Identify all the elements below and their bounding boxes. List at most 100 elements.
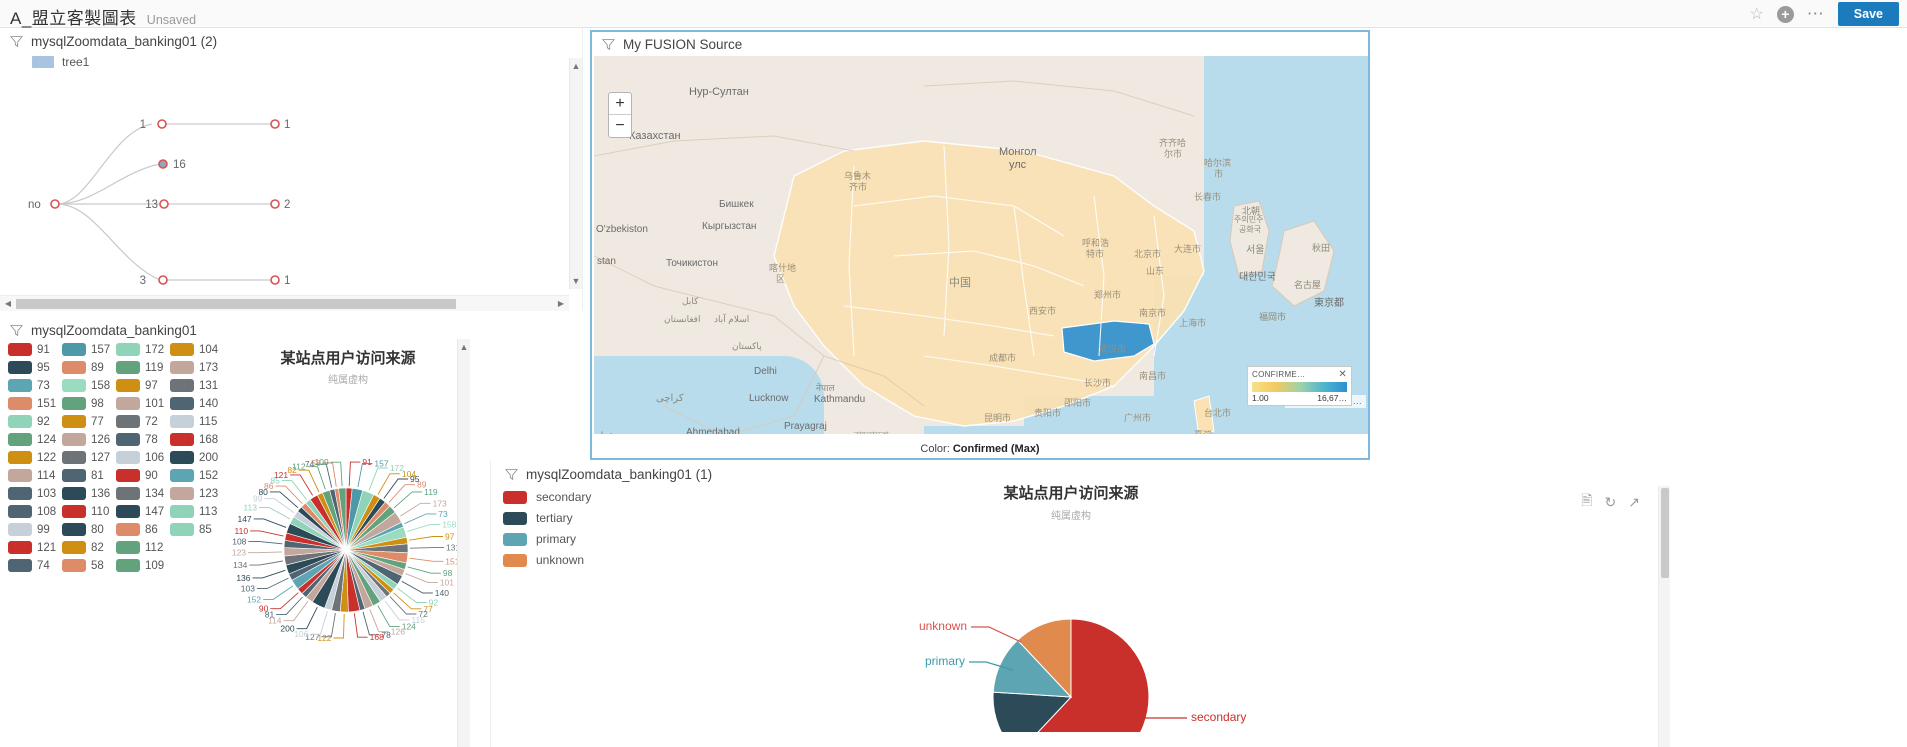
- legend-item[interactable]: tertiary: [503, 511, 591, 525]
- tree-leaf-label: 1: [284, 275, 290, 287]
- save-button[interactable]: Save: [1838, 2, 1899, 26]
- legend-item[interactable]: 200: [170, 451, 224, 464]
- scroll-down-icon[interactable]: ▼: [570, 276, 582, 286]
- legend-label: 101: [145, 398, 164, 410]
- legend-item[interactable]: 168: [170, 433, 224, 446]
- legend-item[interactable]: 157: [62, 343, 116, 356]
- legend-item[interactable]: 95: [8, 361, 62, 374]
- zoom-out-button[interactable]: −: [609, 115, 631, 137]
- legend-item[interactable]: 101: [116, 397, 170, 410]
- pie-right-chart[interactable]: unknownprimarysecondary: [721, 522, 1421, 732]
- close-icon[interactable]: ✕: [1338, 371, 1347, 379]
- legend-item[interactable]: 92: [8, 415, 62, 428]
- legend-item[interactable]: 112: [116, 541, 170, 554]
- tree-vertical-scrollbar[interactable]: ▲ ▼: [569, 58, 582, 289]
- legend-swatch: [8, 379, 32, 392]
- legend-item[interactable]: 124: [8, 433, 62, 446]
- pie-slice-label: 136: [236, 573, 250, 583]
- legend-item[interactable]: 106: [116, 451, 170, 464]
- legend-item[interactable]: 97: [116, 379, 170, 392]
- legend-item[interactable]: 127: [62, 451, 116, 464]
- legend-item[interactable]: 58: [62, 559, 116, 572]
- legend-item[interactable]: secondary: [503, 490, 591, 504]
- map-zoom-controls[interactable]: + −: [608, 92, 632, 138]
- map-canvas[interactable]: Нур-СултанКазахстанБишкекO'zbekistonКырг…: [594, 56, 1368, 434]
- legend-item[interactable]: 158: [62, 379, 116, 392]
- legend-item[interactable]: 122: [8, 451, 62, 464]
- legend-item[interactable]: 85: [170, 523, 224, 536]
- scroll-up-icon[interactable]: ▲: [570, 61, 582, 71]
- map-colorbar-legend[interactable]: CONFIRME… ✕ 1.00 16,67…: [1247, 366, 1352, 406]
- legend-swatch: [116, 559, 140, 572]
- funnel-icon[interactable]: [10, 324, 23, 337]
- tree-horizontal-scrollbar[interactable]: ◀ ▶: [0, 295, 569, 311]
- legend-item[interactable]: 109: [116, 559, 170, 572]
- legend-item[interactable]: 172: [116, 343, 170, 356]
- legend-item[interactable]: 86: [116, 523, 170, 536]
- legend-item[interactable]: 108: [8, 505, 62, 518]
- legend-item[interactable]: 173: [170, 361, 224, 374]
- legend-swatch: [116, 415, 140, 428]
- legend-item[interactable]: 91: [8, 343, 62, 356]
- scroll-right-icon[interactable]: ▶: [553, 299, 569, 308]
- funnel-icon[interactable]: [10, 35, 23, 48]
- document-icon[interactable]: 🖹: [1581, 490, 1592, 514]
- legend-item[interactable]: 121: [8, 541, 62, 554]
- legend-item[interactable]: 123: [170, 487, 224, 500]
- legend-item[interactable]: 90: [116, 469, 170, 482]
- star-icon[interactable]: ☆: [1749, 4, 1763, 24]
- legend-item[interactable]: 103: [8, 487, 62, 500]
- legend-label: 104: [199, 344, 218, 356]
- legend-item[interactable]: 77: [62, 415, 116, 428]
- ellipsis-icon[interactable]: ⋯: [1807, 9, 1825, 19]
- plus-circle-icon[interactable]: +: [1777, 6, 1794, 23]
- legend-item[interactable]: 136: [62, 487, 116, 500]
- pie-slice-label: 97: [445, 532, 455, 542]
- legend-item[interactable]: 82: [62, 541, 116, 554]
- legend-item[interactable]: 134: [116, 487, 170, 500]
- legend-swatch: [116, 361, 140, 374]
- legend-label: 200: [199, 452, 218, 464]
- map-label: Нур-Султан: [689, 86, 749, 98]
- legend-item[interactable]: 140: [170, 397, 224, 410]
- scroll-left-icon[interactable]: ◀: [0, 299, 16, 308]
- pie-slice-label: 121: [274, 470, 288, 480]
- legend-item[interactable]: 74: [8, 559, 62, 572]
- scroll-up-icon[interactable]: ▲: [458, 342, 470, 352]
- legend-item[interactable]: unknown: [503, 553, 591, 567]
- map-label: 山东: [1146, 264, 1164, 277]
- legend-item[interactable]: primary: [503, 532, 591, 546]
- legend-item[interactable]: 78: [116, 433, 170, 446]
- pie-right-chart-subtitle: 纯属虚构: [721, 507, 1421, 522]
- zoom-in-button[interactable]: +: [609, 93, 631, 115]
- legend-item[interactable]: 80: [62, 523, 116, 536]
- map-label: 대한민국: [1239, 268, 1276, 283]
- pie-slice-label: 103: [241, 584, 255, 594]
- legend-item[interactable]: 126: [62, 433, 116, 446]
- legend-item[interactable]: 115: [170, 415, 224, 428]
- legend-item[interactable]: 72: [116, 415, 170, 428]
- legend-item[interactable]: 89: [62, 361, 116, 374]
- legend-label: 126: [91, 434, 110, 446]
- legend-item[interactable]: 81: [62, 469, 116, 482]
- legend-item[interactable]: 151: [8, 397, 62, 410]
- legend-item[interactable]: 98: [62, 397, 116, 410]
- legend-item[interactable]: 113: [170, 505, 224, 518]
- pie-left-vertical-scrollbar[interactable]: ▲: [457, 339, 470, 747]
- pie-left-chart[interactable]: 9115717210495891191737315897131151981011…: [228, 380, 478, 710]
- funnel-icon[interactable]: [602, 38, 615, 51]
- legend-item[interactable]: 147: [116, 505, 170, 518]
- pie-right-vertical-scrollbar[interactable]: [1658, 486, 1670, 747]
- legend-item[interactable]: 99: [8, 523, 62, 536]
- legend-item[interactable]: 131: [170, 379, 224, 392]
- refresh-icon[interactable]: ↻: [1605, 494, 1617, 511]
- legend-item[interactable]: 152: [170, 469, 224, 482]
- funnel-icon[interactable]: [505, 468, 518, 481]
- legend-swatch: [8, 505, 32, 518]
- legend-item[interactable]: 114: [8, 469, 62, 482]
- legend-item[interactable]: 110: [62, 505, 116, 518]
- expand-icon[interactable]: ↗: [1628, 494, 1640, 511]
- legend-item[interactable]: 73: [8, 379, 62, 392]
- legend-item[interactable]: 104: [170, 343, 224, 356]
- legend-item[interactable]: 119: [116, 361, 170, 374]
